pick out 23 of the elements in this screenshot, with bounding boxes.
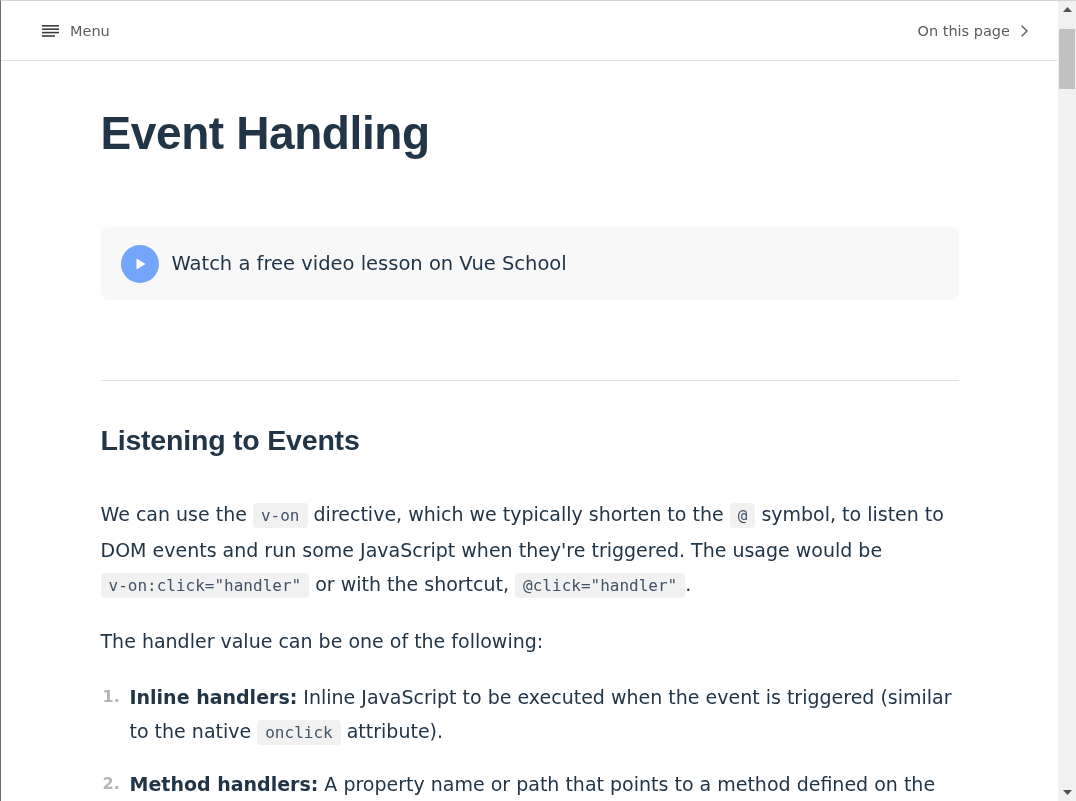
inline-code: @ — [729, 503, 756, 528]
paragraph: We can use the v-on directive, which we typically shorten to the @ symbol, to listen to DOM events and run some JavaScript when they're triggered. The usage would be v-on:click="handler" or with the shortcut, @click="handler" . — [100, 497, 969, 603]
list-item-text: Inline handlers: Inline JavaScript to be executed when the event is triggered (similar to the native onclick attribute). — [129, 680, 969, 750]
scroll-up-icon[interactable] — [1062, 7, 1072, 12]
play-icon — [120, 244, 159, 283]
inline-code: v-on:click="handler" — [100, 573, 310, 598]
page-title: Event Handling — [100, 106, 430, 161]
inline-code: @click="handler" — [515, 573, 686, 598]
list-item-text: Method handlers: A property name or path that points to a method defined on the — [129, 772, 937, 797]
chevron-right-icon — [1021, 24, 1028, 37]
menu-icon — [42, 24, 59, 37]
video-lesson-link[interactable]: Watch a free video lesson on Vue School — [100, 227, 959, 300]
list-number: 2. — [101, 773, 121, 795]
paragraph: The handler value can be one of the following: — [100, 629, 545, 654]
scroll-down-icon[interactable] — [1062, 790, 1072, 795]
scrollbar[interactable] — [1058, 1, 1076, 801]
section-heading: Listening to Events — [100, 423, 360, 458]
scrollbar-thumb[interactable] — [1059, 29, 1075, 89]
on-this-page-button[interactable]: On this page — [917, 22, 1028, 39]
menu-button[interactable]: Menu — [42, 22, 110, 39]
inline-code: onclick — [257, 720, 341, 745]
list-number: 1. — [101, 686, 121, 708]
inline-code: v-on — [252, 503, 308, 528]
